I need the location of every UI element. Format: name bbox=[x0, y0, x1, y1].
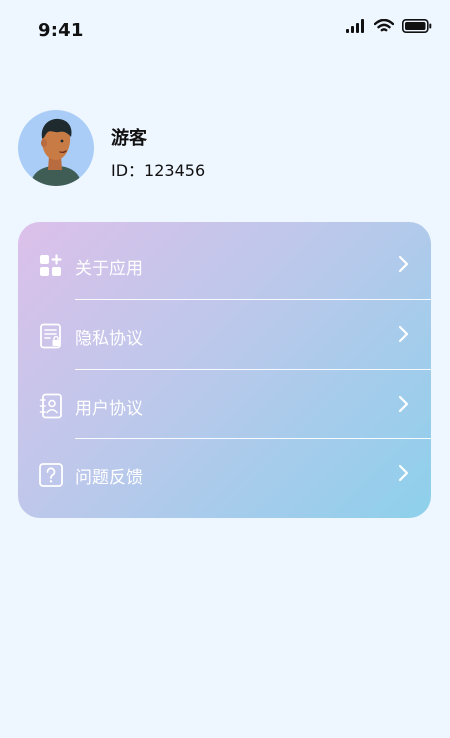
divider bbox=[75, 369, 431, 370]
menu-item-about-app[interactable]: 关于应用 bbox=[18, 231, 431, 301]
document-lock-icon bbox=[38, 323, 64, 349]
settings-menu-card: 关于应用 隐私协议 用户协议 问题反馈 bbox=[18, 222, 431, 518]
wifi-icon bbox=[373, 18, 395, 37]
apps-icon bbox=[38, 253, 64, 279]
chevron-right-icon bbox=[397, 463, 411, 483]
menu-item-privacy-policy[interactable]: 隐私协议 bbox=[18, 301, 431, 371]
divider bbox=[75, 438, 431, 439]
status-time: 9:41 bbox=[38, 20, 84, 41]
chevron-right-icon bbox=[397, 254, 411, 274]
status-icons bbox=[346, 18, 432, 37]
profile-name: 游客 bbox=[111, 128, 147, 149]
question-icon bbox=[38, 462, 64, 488]
status-bar: 9:41 bbox=[0, 0, 450, 60]
profile-id: ID：123456 bbox=[111, 161, 206, 180]
signal-icon bbox=[346, 18, 366, 37]
menu-item-label: 关于应用 bbox=[75, 259, 143, 279]
chevron-right-icon bbox=[397, 324, 411, 344]
battery-icon bbox=[402, 18, 432, 37]
profile-section[interactable]: 游客 ID：123456 bbox=[18, 110, 432, 190]
menu-item-label: 隐私协议 bbox=[75, 329, 143, 349]
divider bbox=[75, 299, 431, 300]
menu-item-feedback[interactable]: 问题反馈 bbox=[18, 440, 431, 510]
menu-item-user-agreement[interactable]: 用户协议 bbox=[18, 371, 431, 441]
menu-item-label: 问题反馈 bbox=[75, 468, 143, 488]
chevron-right-icon bbox=[397, 394, 411, 414]
avatar[interactable] bbox=[18, 110, 94, 186]
contact-book-icon bbox=[38, 393, 64, 419]
menu-item-label: 用户协议 bbox=[75, 399, 143, 419]
